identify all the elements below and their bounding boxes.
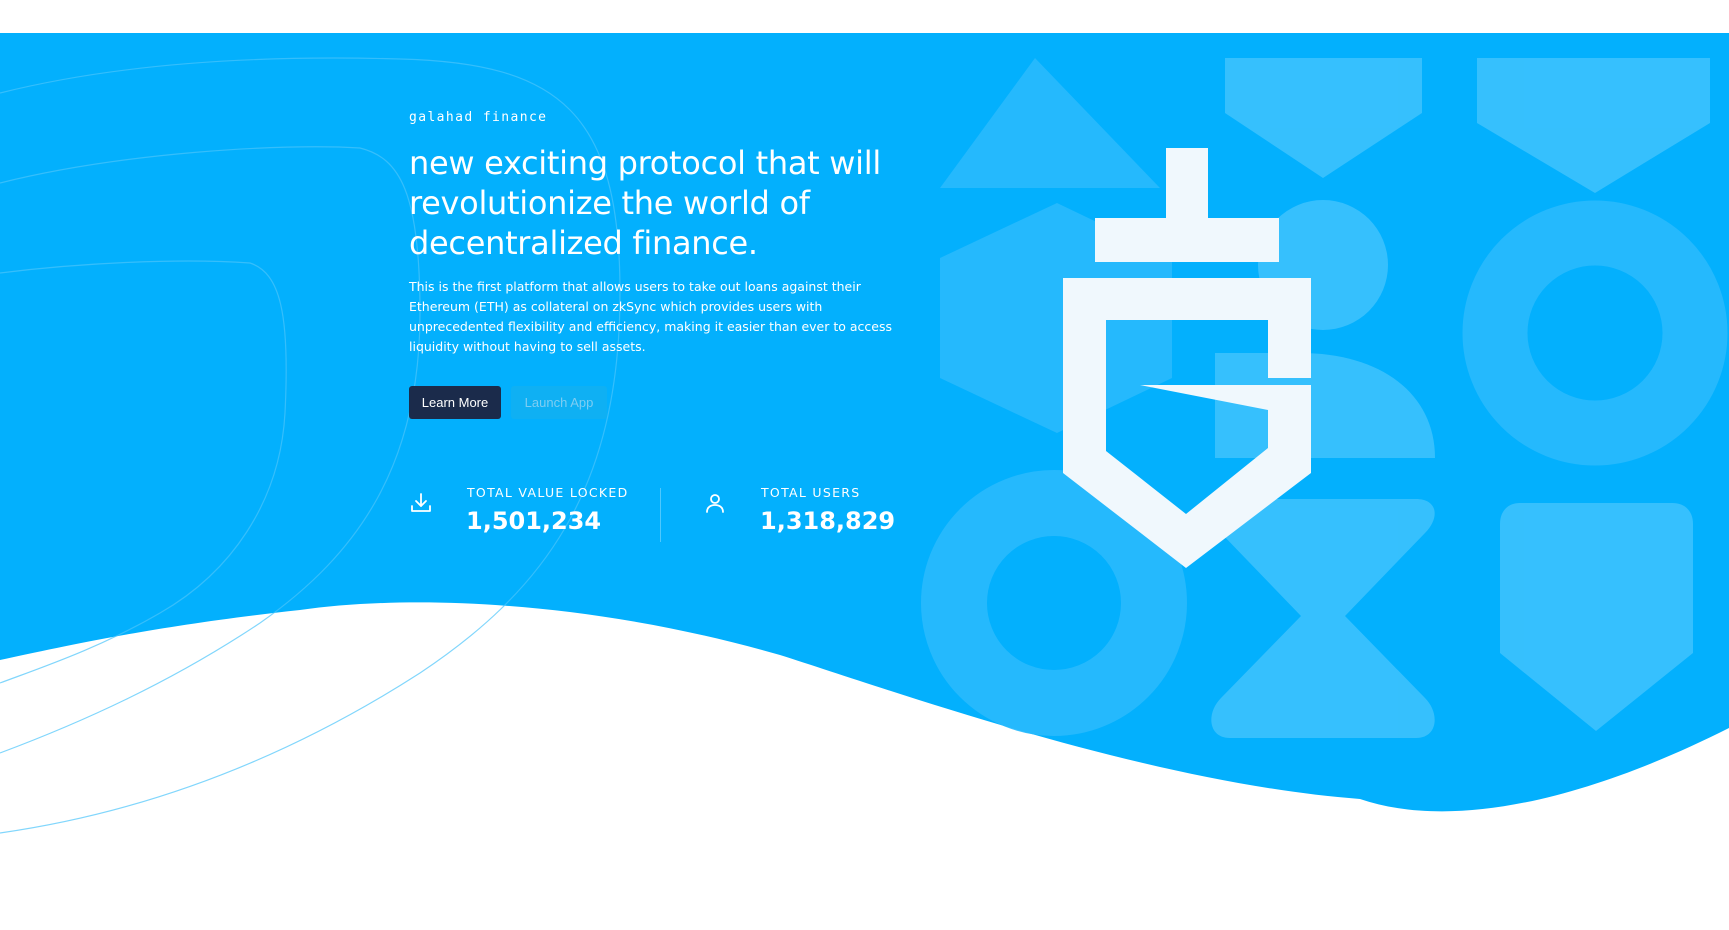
stat-value: 1,318,829 [760, 507, 896, 535]
launch-app-button[interactable]: Launch App [511, 386, 607, 419]
page-title: new exciting protocol that will revoluti… [409, 144, 881, 262]
galahad-logo-icon [1063, 148, 1311, 568]
hero-section: galahad finance new exciting protocol th… [0, 33, 1729, 930]
stat-divider [660, 488, 661, 542]
user-icon [706, 494, 724, 513]
download-icon [411, 493, 431, 512]
hero-description: This is the first platform that allows u… [409, 279, 893, 354]
stat-label: TOTAL VALUE LOCKED [467, 485, 629, 500]
brand-eyebrow: galahad finance [409, 110, 548, 125]
stat-label: TOTAL USERS [761, 485, 861, 500]
stat-value: 1,501,234 [466, 507, 602, 535]
learn-more-button[interactable]: Learn More [409, 386, 501, 419]
